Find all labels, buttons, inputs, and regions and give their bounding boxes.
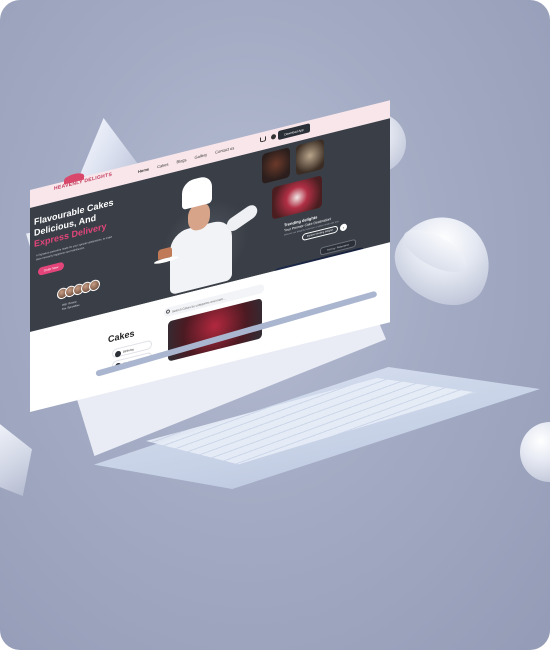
review-stats: 200+ Review Fav. Specialties: [62, 300, 79, 312]
filter-icon: [115, 349, 121, 358]
cart-icon[interactable]: [260, 136, 266, 143]
cube-shape: [0, 424, 32, 496]
sphere-shape-right: [520, 422, 550, 482]
search-icon: [166, 309, 170, 315]
avatar: [89, 278, 100, 293]
nav-home[interactable]: Home: [138, 166, 149, 174]
cake-photo-3[interactable]: [272, 175, 322, 220]
mockup-background: HEAVENLY DELIGHTS Home Cakes Blogs Galle…: [0, 0, 550, 650]
review-avatars: [57, 278, 100, 301]
cake-photo-1[interactable]: [262, 147, 290, 185]
cake-photo-2[interactable]: [296, 138, 324, 176]
cakes-heading: Cakes: [108, 327, 135, 345]
nav-blogs[interactable]: Blogs: [176, 157, 186, 164]
download-app-button[interactable]: Download App: [278, 123, 310, 141]
filter-label: Birthday: [123, 346, 135, 354]
user-icon[interactable]: [271, 133, 276, 140]
nav-gallery[interactable]: Gallery: [194, 152, 207, 160]
nav-contact[interactable]: Contact us: [215, 145, 234, 155]
order-now-button[interactable]: Order Now: [38, 261, 64, 277]
nav-cakes[interactable]: Cakes: [157, 161, 168, 169]
arrow-right-icon[interactable]: ›: [340, 222, 347, 232]
